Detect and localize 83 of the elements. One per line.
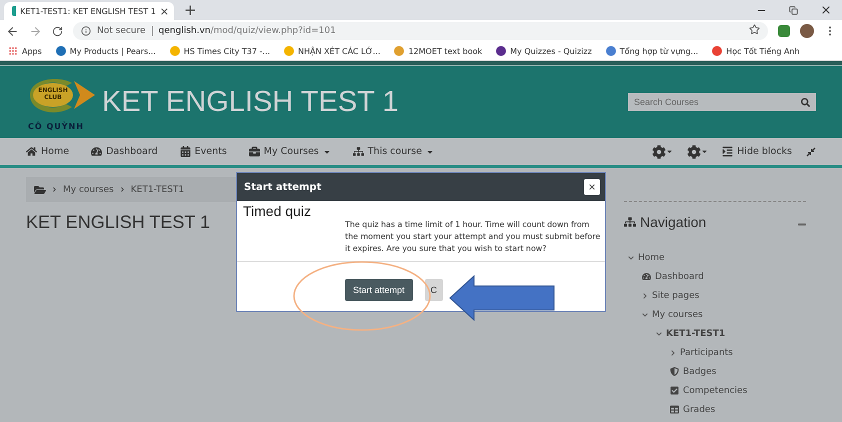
- close-button[interactable]: ×: [584, 179, 600, 195]
- dialog-heading: Timed quiz: [242, 202, 312, 219]
- search-icon: [801, 98, 810, 106]
- apps-icon: [8, 46, 18, 56]
- nav-tree-item[interactable]: Badges: [683, 366, 716, 376]
- favicon-icon: [606, 46, 616, 56]
- star-icon[interactable]: [749, 24, 760, 35]
- indent-icon: [722, 146, 734, 157]
- settings-icon[interactable]: [687, 144, 702, 158]
- block-title: Navigation: [640, 214, 706, 230]
- chevron-down-icon[interactable]: [656, 330, 662, 336]
- bookmark[interactable]: My Products | Pears...: [56, 46, 156, 56]
- bookmark[interactable]: My Quizzes - Quizizz: [496, 46, 592, 56]
- nav-tree-item[interactable]: Site pages: [652, 290, 700, 300]
- nav-menu-item[interactable]: Events: [180, 146, 227, 157]
- new-tab-button[interactable]: +: [184, 3, 197, 18]
- logo-caption: CÔ QUỲNH: [28, 122, 84, 131]
- extension-icon[interactable]: [778, 25, 790, 37]
- calendar-icon: [180, 146, 191, 157]
- nav-tree-item[interactable]: Grades: [683, 404, 716, 414]
- close-icon[interactable]: [820, 4, 832, 16]
- site-title: KET ENGLISH TEST 1: [102, 86, 399, 118]
- folder-icon[interactable]: [34, 184, 46, 196]
- search-button[interactable]: [795, 93, 816, 111]
- chevron-right-icon: [52, 187, 57, 192]
- cancel-button[interactable]: C: [424, 278, 444, 300]
- bookmark[interactable]: Apps: [8, 46, 42, 56]
- dashboard-icon: [91, 146, 102, 157]
- tab-title: KET1-TEST1: KET ENGLISH TEST 1: [20, 6, 156, 16]
- nav-menu-item[interactable]: Home: [26, 146, 70, 157]
- favicon-icon: [394, 46, 404, 56]
- close-tab-button[interactable]: ×: [160, 6, 169, 16]
- favicon-icon: [56, 46, 66, 56]
- favicon-icon: [284, 46, 294, 56]
- nav-tree-item[interactable]: Participants: [680, 348, 733, 358]
- nav-tree-item[interactable]: KET1-TEST1: [666, 328, 726, 338]
- nav-tree-item[interactable]: Competencies: [683, 386, 748, 396]
- caret-icon: [701, 148, 708, 155]
- restore-icon[interactable]: [789, 6, 798, 14]
- favicon-icon: [170, 46, 180, 56]
- checkbox-icon: [670, 386, 679, 395]
- bookmark[interactable]: HS Times City T37 -...: [170, 46, 270, 56]
- nav-menu-item[interactable]: This course: [352, 146, 434, 157]
- favicon-icon: [496, 46, 506, 56]
- dialog-title: Start attempt: [244, 182, 322, 192]
- nav-tree-item[interactable]: Dashboard: [655, 272, 704, 282]
- home-icon: [26, 146, 37, 157]
- settings-icon[interactable]: [652, 144, 666, 158]
- hide-blocks-button[interactable]: Hide blocks: [722, 146, 792, 157]
- shield-icon: [670, 367, 679, 376]
- browser-tab[interactable]: KET1-TEST1: KET ENGLISH TEST 1 ×: [4, 2, 174, 20]
- info-icon: [81, 26, 91, 36]
- compress-icon[interactable]: [806, 146, 816, 156]
- avatar-icon[interactable]: [800, 24, 814, 38]
- nav-menu-item[interactable]: My Courses: [248, 146, 331, 157]
- address-bar[interactable]: Not secure qenglish.vn/mod/quiz/view.php?id=101: [73, 22, 768, 40]
- table-icon: [670, 405, 679, 414]
- favicon-icon: [712, 46, 722, 56]
- nav-tree-item[interactable]: My courses: [652, 310, 703, 320]
- page-title: KET ENGLISH TEST 1: [26, 212, 210, 233]
- bookmark[interactable]: NHẬN XÉT CÁC LỚ...: [284, 46, 380, 56]
- chevron-down-icon[interactable]: [628, 254, 634, 260]
- start-attempt-button[interactable]: Start attempt: [345, 278, 413, 300]
- briefcase-icon: [248, 146, 260, 157]
- chevron-right-icon: [120, 187, 125, 192]
- sitemap-icon: [624, 216, 636, 228]
- back-icon[interactable]: [6, 24, 19, 38]
- nav-menu-item[interactable]: Dashboard: [91, 146, 158, 157]
- caret-icon: [666, 148, 674, 155]
- sitemap-icon: [352, 146, 364, 157]
- bookmark[interactable]: Tổng hợp từ vựng...: [606, 46, 698, 56]
- bookmark[interactable]: 12MOET text book: [394, 46, 482, 56]
- dashboard-icon: [642, 272, 651, 281]
- chevron-right-icon[interactable]: [642, 292, 648, 298]
- reload-icon[interactable]: [52, 26, 63, 36]
- search-field[interactable]: Search Courses: [628, 93, 795, 111]
- nav-tree-item[interactable]: Home: [638, 252, 665, 262]
- app-icon: [12, 6, 16, 16]
- chevron-down-icon[interactable]: [642, 312, 648, 318]
- chevron-right-icon[interactable]: [670, 350, 676, 356]
- breadcrumb-link[interactable]: KET1-TEST1: [130, 184, 184, 194]
- breadcrumb-link[interactable]: My courses: [63, 184, 114, 194]
- bookmark[interactable]: Học Tốt Tiếng Anh: [712, 46, 800, 56]
